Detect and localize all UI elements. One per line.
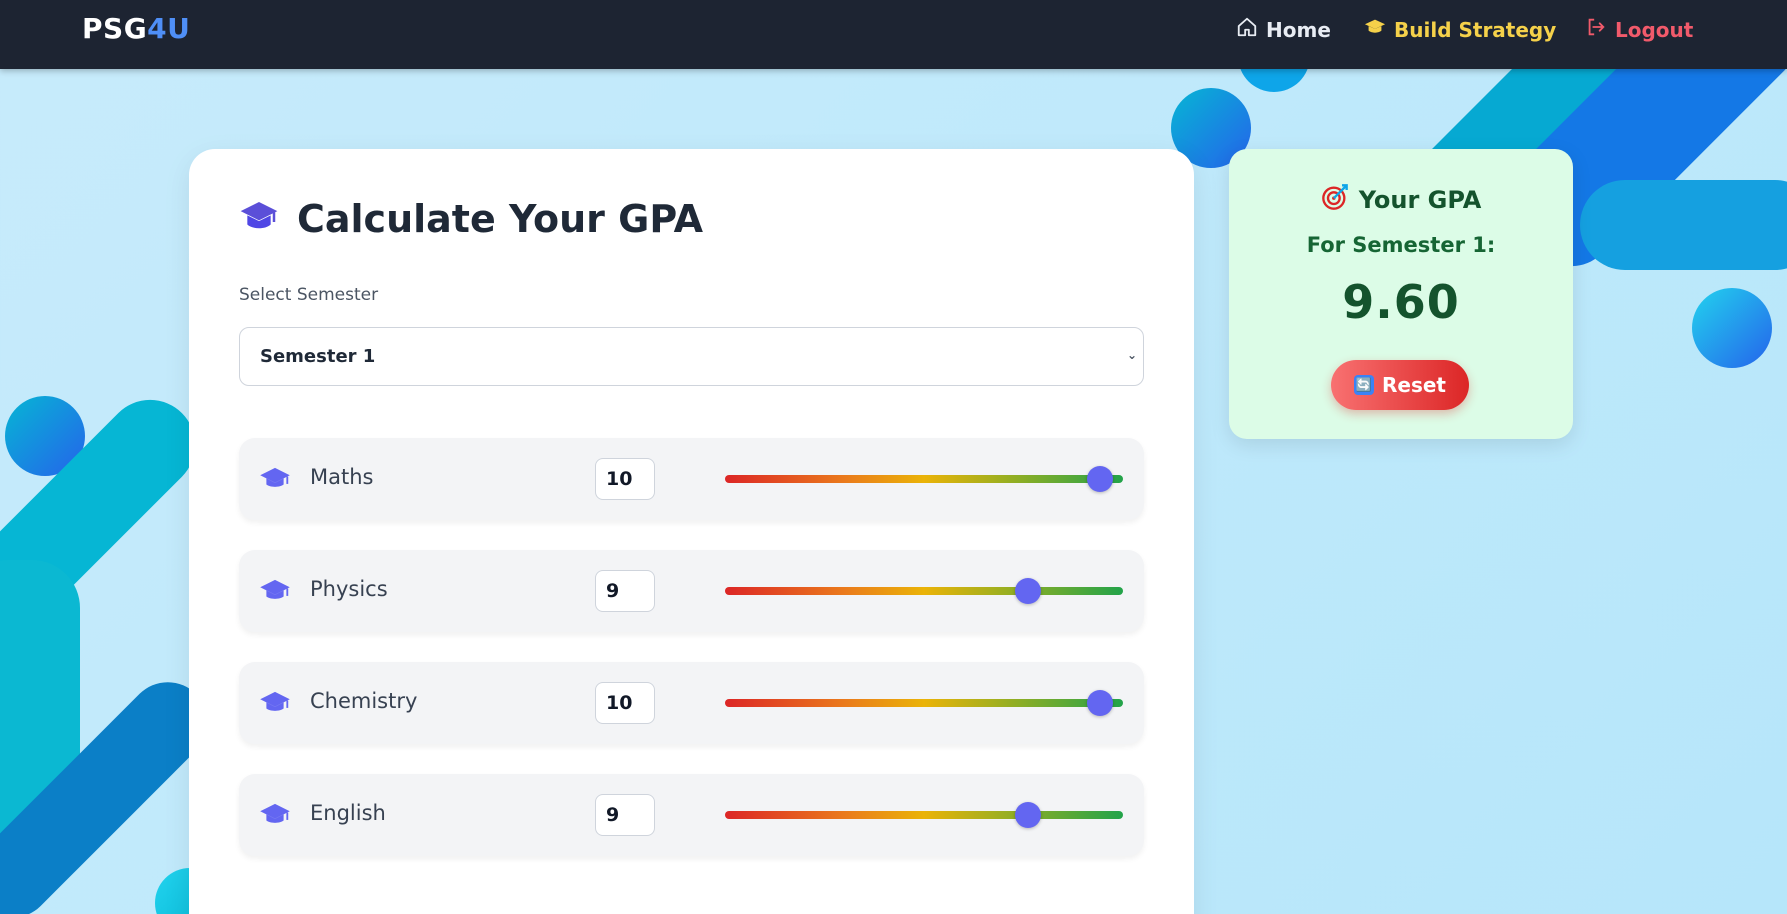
- graduation-cap-icon: [1364, 16, 1386, 43]
- reset-button[interactable]: 🔄 Reset: [1331, 360, 1469, 410]
- brand-text-primary: PSG: [82, 12, 148, 45]
- grade-slider-thumb[interactable]: [1014, 802, 1041, 828]
- subject-name: Physics: [310, 577, 388, 601]
- decor-circle: [1692, 288, 1772, 368]
- semester-label: Select Semester: [239, 285, 379, 305]
- gpa-result-card: Your GPA For Semester 1: 9.60 🔄 Reset: [1229, 149, 1573, 439]
- gpa-value: 9.60: [1342, 275, 1460, 329]
- grade-input[interactable]: 10: [595, 458, 655, 500]
- nav-logout-label: Logout: [1615, 17, 1694, 42]
- brand-logo[interactable]: PSG4U: [82, 12, 190, 45]
- nav-build-strategy-label: Build Strategy: [1394, 17, 1557, 42]
- subject-name: Maths: [310, 465, 374, 489]
- grade-slider-thumb[interactable]: [1014, 578, 1041, 604]
- graduation-cap-icon: [259, 801, 291, 833]
- navbar: PSG4U Home Build Strategy Logout: [0, 0, 1787, 69]
- gpa-calculator-card: Calculate Your GPA Select Semester Semes…: [189, 149, 1194, 914]
- chevron-down-icon: ⌄: [1126, 348, 1137, 362]
- subject-row: Maths 10: [239, 438, 1144, 520]
- refresh-icon: 🔄: [1354, 375, 1374, 395]
- nav-home-label: Home: [1266, 17, 1331, 42]
- grade-slider-thumb[interactable]: [1087, 466, 1113, 492]
- reset-button-label: Reset: [1382, 373, 1446, 397]
- subject-row: Physics 9: [239, 550, 1144, 632]
- subject-row: Chemistry 10: [239, 662, 1144, 744]
- nav-build-strategy-link[interactable]: Build Strategy: [1364, 16, 1556, 43]
- target-icon: [1321, 183, 1349, 217]
- gpa-semester-subtitle: For Semester 1:: [1306, 233, 1496, 257]
- grade-slider-track[interactable]: [725, 587, 1123, 595]
- subject-name: Chemistry: [310, 689, 418, 713]
- grade-slider-track[interactable]: [725, 811, 1123, 819]
- grade-input[interactable]: 10: [595, 682, 655, 724]
- semester-select-value: Semester 1: [260, 346, 376, 367]
- brand-text-accent: 4U: [147, 12, 191, 45]
- graduation-cap-icon: [259, 577, 291, 609]
- graduation-cap-icon: [259, 465, 291, 497]
- nav-logout-link[interactable]: Logout: [1585, 16, 1693, 43]
- graduation-cap-icon: [239, 197, 279, 241]
- semester-select[interactable]: Semester 1 ⌄: [239, 327, 1144, 386]
- graduation-cap-icon: [259, 689, 291, 721]
- home-icon: [1236, 16, 1258, 43]
- page-title-text: Calculate Your GPA: [297, 197, 704, 241]
- grade-slider-thumb[interactable]: [1087, 690, 1113, 716]
- gpa-heading: Your GPA: [1229, 183, 1573, 217]
- nav-home-link[interactable]: Home: [1236, 16, 1331, 43]
- logout-icon: [1585, 16, 1607, 43]
- grade-slider-track[interactable]: [725, 699, 1123, 707]
- grade-input[interactable]: 9: [595, 794, 655, 836]
- grade-input[interactable]: 9: [595, 570, 655, 612]
- page-title: Calculate Your GPA: [239, 197, 703, 241]
- subject-row: English 9: [239, 774, 1144, 856]
- subject-name: English: [310, 801, 386, 825]
- decor-shape: [1580, 180, 1787, 270]
- gpa-heading-text: Your GPA: [1358, 186, 1482, 214]
- grade-slider-track[interactable]: [725, 475, 1123, 483]
